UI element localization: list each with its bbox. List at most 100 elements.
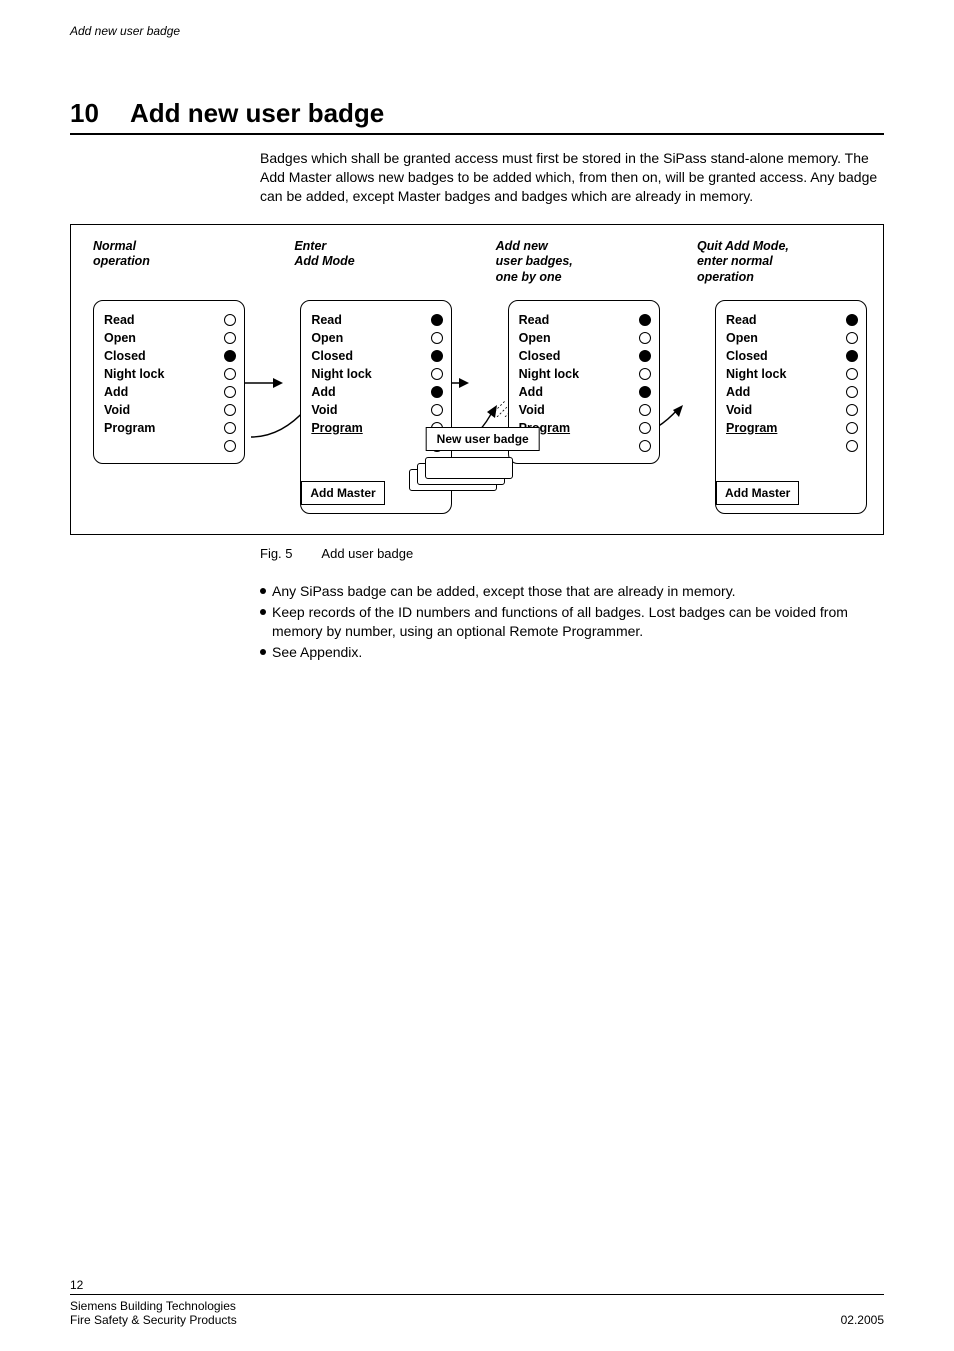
led-row: Closed [104, 347, 236, 365]
led-row: Closed [311, 347, 443, 365]
led-indicator-icon [431, 332, 443, 344]
led-label: Read [311, 313, 342, 327]
led-label: Add [519, 385, 543, 399]
led-label: Program [104, 421, 155, 435]
step-labels-row: Normal operation Enter Add Mode Add new … [93, 239, 867, 286]
led-indicator-icon [224, 440, 236, 452]
figure-diagram: Normal operation Enter Add Mode Add new … [70, 224, 884, 535]
led-row: Void [519, 401, 651, 419]
led-label: Void [726, 403, 752, 417]
figure-caption-text: Add user badge [321, 546, 413, 561]
led-indicator-icon [639, 440, 651, 452]
add-master-badge-label: Add Master [301, 481, 384, 505]
led-row: Open [519, 329, 651, 347]
led-row: Open [104, 329, 236, 347]
led-indicator-icon [431, 386, 443, 398]
led-label: Program [311, 421, 362, 435]
led-row: Read [104, 311, 236, 329]
led-indicator-icon [639, 350, 651, 362]
led-indicator-icon [431, 368, 443, 380]
step-label: Add new user badges, one by one [496, 239, 666, 286]
led-label: Night lock [726, 367, 786, 381]
led-indicator-icon [224, 404, 236, 416]
led-indicator-icon [224, 422, 236, 434]
add-master-badge-label: Add Master [716, 481, 799, 505]
led-row: Void [104, 401, 236, 419]
led-indicator-icon [846, 404, 858, 416]
led-label: Add [104, 385, 128, 399]
bullet-dot-icon [260, 588, 266, 594]
intro-paragraph: Badges which shall be granted access mus… [260, 149, 884, 206]
footer-company: Siemens Building Technologies [70, 1299, 236, 1313]
led-indicator-icon [846, 314, 858, 326]
led-label: Void [104, 403, 130, 417]
bullet-text: Keep records of the ID numbers and funct… [272, 603, 884, 641]
section-number: 10 [70, 98, 130, 129]
led-label: Open [311, 331, 343, 345]
led-indicator-icon [431, 314, 443, 326]
led-indicator-icon [639, 386, 651, 398]
step-label: Enter Add Mode [294, 239, 464, 286]
led-indicator-icon [846, 386, 858, 398]
led-row: Add [726, 383, 858, 401]
led-label: Program [726, 421, 777, 435]
bullet-dot-icon [260, 609, 266, 615]
led-row: Open [726, 329, 858, 347]
bullet-item: Keep records of the ID numbers and funct… [260, 603, 884, 641]
figure-number: Fig. 5 [260, 546, 293, 561]
page-number: 12 [70, 1278, 884, 1292]
led-row: Open [311, 329, 443, 347]
led-label: Open [104, 331, 136, 345]
led-row: Closed [726, 347, 858, 365]
led-indicator-icon [846, 422, 858, 434]
bullet-dot-icon [260, 649, 266, 655]
led-row: Add [311, 383, 443, 401]
device-panel: Read OpenClosed Night lock Add Void Program Ad… [715, 300, 867, 514]
bullet-text: See Appendix. [272, 643, 362, 662]
led-row: Add [519, 383, 651, 401]
badge-zone: Add Master [726, 459, 858, 505]
new-user-badge-label: New user badge [426, 427, 540, 451]
led-label: Open [519, 331, 551, 345]
led-label: Add [311, 385, 335, 399]
led-indicator-icon [639, 332, 651, 344]
led-label: Read [104, 313, 135, 327]
led-label: Night lock [311, 367, 371, 381]
led-indicator-icon [224, 332, 236, 344]
led-label: Closed [104, 349, 146, 363]
led-label: Read [726, 313, 757, 327]
led-label: Read [519, 313, 550, 327]
led-indicator-icon [431, 404, 443, 416]
led-indicator-icon [639, 368, 651, 380]
led-indicator-icon [846, 332, 858, 344]
figure-caption: Fig. 5 Add user badge [260, 545, 884, 563]
step-label: Normal operation [93, 239, 263, 286]
led-label: Void [311, 403, 337, 417]
led-indicator-icon [846, 440, 858, 452]
led-row: Night lock [104, 365, 236, 383]
section-heading: 10 Add new user badge [70, 98, 884, 135]
led-indicator-icon [224, 368, 236, 380]
led-row [104, 437, 236, 455]
led-indicator-icon [224, 386, 236, 398]
footer-date: 02.2005 [841, 1313, 884, 1327]
led-row: Night lock [519, 365, 651, 383]
led-label: Closed [311, 349, 353, 363]
led-row: Void [311, 401, 443, 419]
led-indicator-icon [846, 368, 858, 380]
led-row: Add [104, 383, 236, 401]
led-row: Program [726, 419, 858, 437]
running-header: Add new user badge [70, 24, 884, 38]
led-indicator-icon [846, 350, 858, 362]
device-panel: Read Open Closed Night lock Add Void Program [93, 300, 245, 464]
led-indicator-icon [224, 314, 236, 326]
led-row: Night lock [311, 365, 443, 383]
section-title: Add new user badge [130, 98, 384, 129]
bullet-item: Any SiPass badge can be added, except th… [260, 582, 884, 601]
footer-division: Fire Safety & Security Products [70, 1313, 237, 1327]
led-indicator-icon [431, 350, 443, 362]
led-row: Read [726, 311, 858, 329]
led-label: Night lock [519, 367, 579, 381]
page-footer: 12 Siemens Building Technologies Fire Sa… [70, 1278, 884, 1327]
led-label: Void [519, 403, 545, 417]
